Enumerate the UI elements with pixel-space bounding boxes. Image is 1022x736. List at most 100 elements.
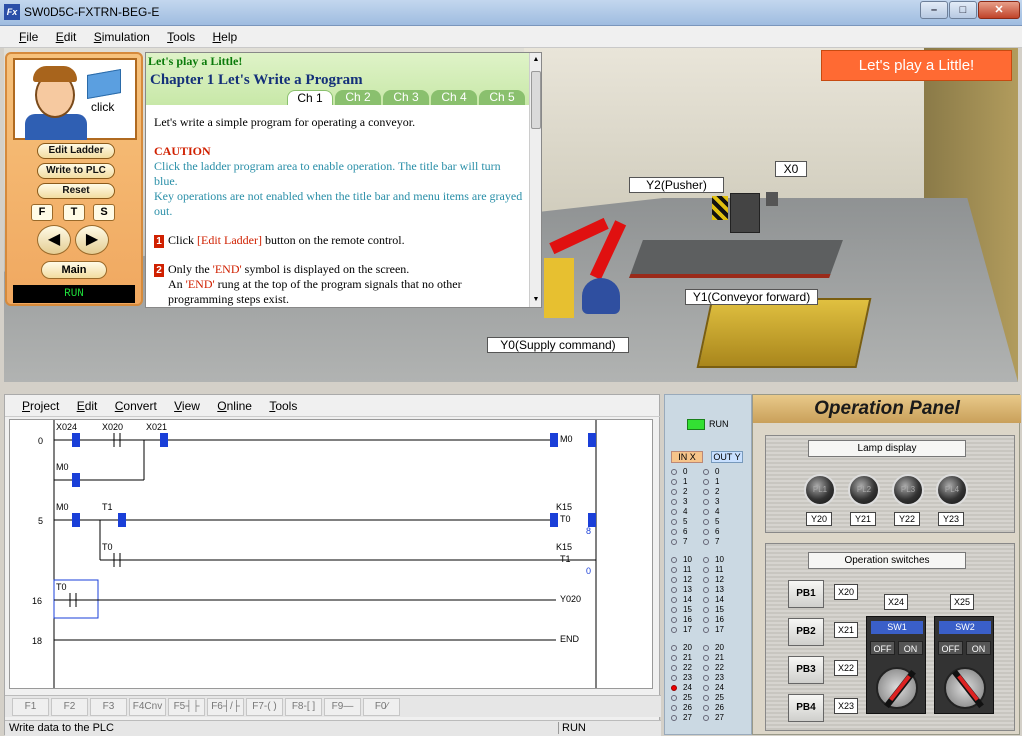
input-header: IN X (671, 451, 703, 463)
tab-ch5[interactable]: Ch 5 (479, 90, 525, 105)
output-address: 15 (715, 605, 724, 614)
input-lamp-icon (671, 616, 677, 623)
output-lamp-icon (703, 498, 709, 505)
conveyor-belt (629, 240, 843, 278)
input-lamp-icon (671, 684, 677, 691)
ladder-program-area[interactable]: 0 5 16 18 X024 X020 X021 M0 M0 T1 T0 T0 … (9, 419, 653, 689)
sw1-switch[interactable]: SW1 OFF ON (866, 616, 926, 714)
output-address: 1 (715, 477, 720, 486)
fkey-f5[interactable]: F5┤├ (168, 698, 205, 716)
remote-control: click Edit Ladder Write to PLC Reset F T… (5, 52, 143, 306)
fkey-f9[interactable]: F9— (324, 698, 361, 716)
sw2-switch[interactable]: SW2 OFF ON (934, 616, 994, 714)
pb4-button[interactable]: PB4 (788, 694, 824, 722)
lamp-display-frame: Lamp display PL1 PL2 PL3 PL4 Y20 Y21 Y22… (765, 435, 1015, 533)
ladder-menu-view[interactable]: View (167, 395, 207, 417)
maximize-button[interactable]: □ (949, 1, 977, 19)
input-address: 22 (683, 663, 692, 672)
step-1-link[interactable]: [Edit Ladder] (197, 233, 262, 247)
sw2-off[interactable]: OFF (938, 641, 963, 655)
step-number: 5 (38, 516, 44, 526)
menu-edit[interactable]: Edit (49, 26, 84, 48)
pb1-button[interactable]: PB1 (788, 580, 824, 608)
menu-simulation[interactable]: Simulation (87, 26, 157, 48)
pb2-button[interactable]: PB2 (788, 618, 824, 646)
sw2-knob-icon[interactable] (944, 667, 986, 709)
write-to-plc-button[interactable]: Write to PLC (37, 163, 115, 179)
input-lamp-icon (671, 556, 677, 563)
io-monitor: RUN IN X OUT Y 0 0 1 1 2 2 3 3 4 4 5 5 6 6 7 7 10 10 11 11 1… (664, 394, 752, 735)
output-address: 11 (715, 565, 724, 574)
tab-ch1[interactable]: Ch 1 (287, 90, 333, 105)
ladder-menu-online[interactable]: Online (210, 395, 259, 417)
label-y1-conveyor: Y1(Conveyor forward) (685, 289, 818, 305)
ladder-menubar: Project Edit Convert View Online Tools (5, 395, 661, 417)
fkey-f8[interactable]: F8-[ ] (285, 698, 322, 716)
s-button[interactable]: S (93, 204, 115, 221)
pb3-button[interactable]: PB3 (788, 656, 824, 684)
ladder-menu-project[interactable]: Project (15, 395, 66, 417)
t-button[interactable]: T (63, 204, 85, 221)
input-address: 6 (683, 527, 688, 536)
main-button[interactable]: Main (41, 261, 107, 279)
menu-tools[interactable]: Tools (160, 26, 202, 48)
pb4-address: X23 (834, 698, 858, 714)
fkey-f3[interactable]: F3 (90, 698, 127, 716)
tab-ch3[interactable]: Ch 3 (383, 90, 429, 105)
io-row: 24 24 (671, 683, 751, 693)
status-message: Write data to the PLC (9, 722, 114, 734)
f-button[interactable]: F (31, 204, 53, 221)
lesson-chapter-title: Chapter 1 Let's Write a Program (150, 72, 363, 88)
close-button[interactable]: ✕ (978, 1, 1020, 19)
ladder-menu-tools[interactable]: Tools (262, 395, 304, 417)
lets-play-banner[interactable]: Let's play a Little! (821, 50, 1012, 81)
scroll-thumb[interactable] (531, 71, 541, 129)
lesson-intro: Let's write a simple program for operati… (154, 115, 416, 129)
sw2-address: X25 (950, 594, 974, 610)
output-lamp-icon (703, 528, 709, 535)
scroll-up-icon[interactable]: ▲ (530, 53, 541, 67)
lesson-body: Let's write a simple program for operati… (154, 115, 524, 307)
book-icon (87, 69, 121, 99)
menu-help[interactable]: Help (206, 26, 245, 48)
minimize-button[interactable]: – (920, 1, 948, 19)
io-row: 77 (671, 537, 751, 547)
coil-label: T0 (560, 514, 571, 524)
io-row: 55 (671, 517, 751, 527)
fkey-f2[interactable]: F2 (51, 698, 88, 716)
output-address: 22 (715, 663, 724, 672)
fkey-f1[interactable]: F1 (12, 698, 49, 716)
robot-base (582, 278, 620, 314)
avatar-hair (33, 66, 77, 82)
fkey-f6[interactable]: F6┤/├ (207, 698, 244, 716)
io-row: 14 14 (671, 595, 751, 605)
ladder-diagram[interactable] (10, 420, 652, 688)
sw1-on[interactable]: ON (898, 641, 923, 655)
input-lamp-icon (671, 654, 677, 661)
tab-ch2[interactable]: Ch 2 (335, 90, 381, 105)
sw2-on[interactable]: ON (966, 641, 991, 655)
next-arrow-icon[interactable]: ▶ (75, 225, 109, 255)
edit-ladder-button[interactable]: Edit Ladder (37, 143, 115, 159)
tab-ch4[interactable]: Ch 4 (431, 90, 477, 105)
fkey-f0[interactable]: F0∕ (363, 698, 400, 716)
timer-constant: K15 (556, 542, 573, 552)
operation-switches-frame: Operation switches PB1 PB2 PB3 PB4 X20 X… (765, 543, 1015, 731)
fkey-f7[interactable]: F7-( ) (246, 698, 283, 716)
fkey-f4[interactable]: F4Cnv (129, 698, 166, 716)
ladder-menu-convert[interactable]: Convert (108, 395, 164, 417)
sw1-knob-icon[interactable] (876, 667, 918, 709)
lesson-scrollbar[interactable]: ▲ ▼ (529, 53, 541, 307)
output-lamp-icon (703, 664, 709, 671)
scroll-down-icon[interactable]: ▼ (530, 293, 541, 307)
io-row: 33 (671, 497, 751, 507)
io-row: 21 21 (671, 653, 751, 663)
reset-button[interactable]: Reset (37, 183, 115, 199)
io-row: 13 13 (671, 585, 751, 595)
prev-arrow-icon[interactable]: ◀ (37, 225, 71, 255)
lamp-pl3-icon: PL3 (892, 474, 924, 506)
sw1-off[interactable]: OFF (870, 641, 895, 655)
menu-file[interactable]: File (12, 26, 45, 48)
input-lamp-icon (671, 704, 677, 711)
ladder-menu-edit[interactable]: Edit (70, 395, 105, 417)
